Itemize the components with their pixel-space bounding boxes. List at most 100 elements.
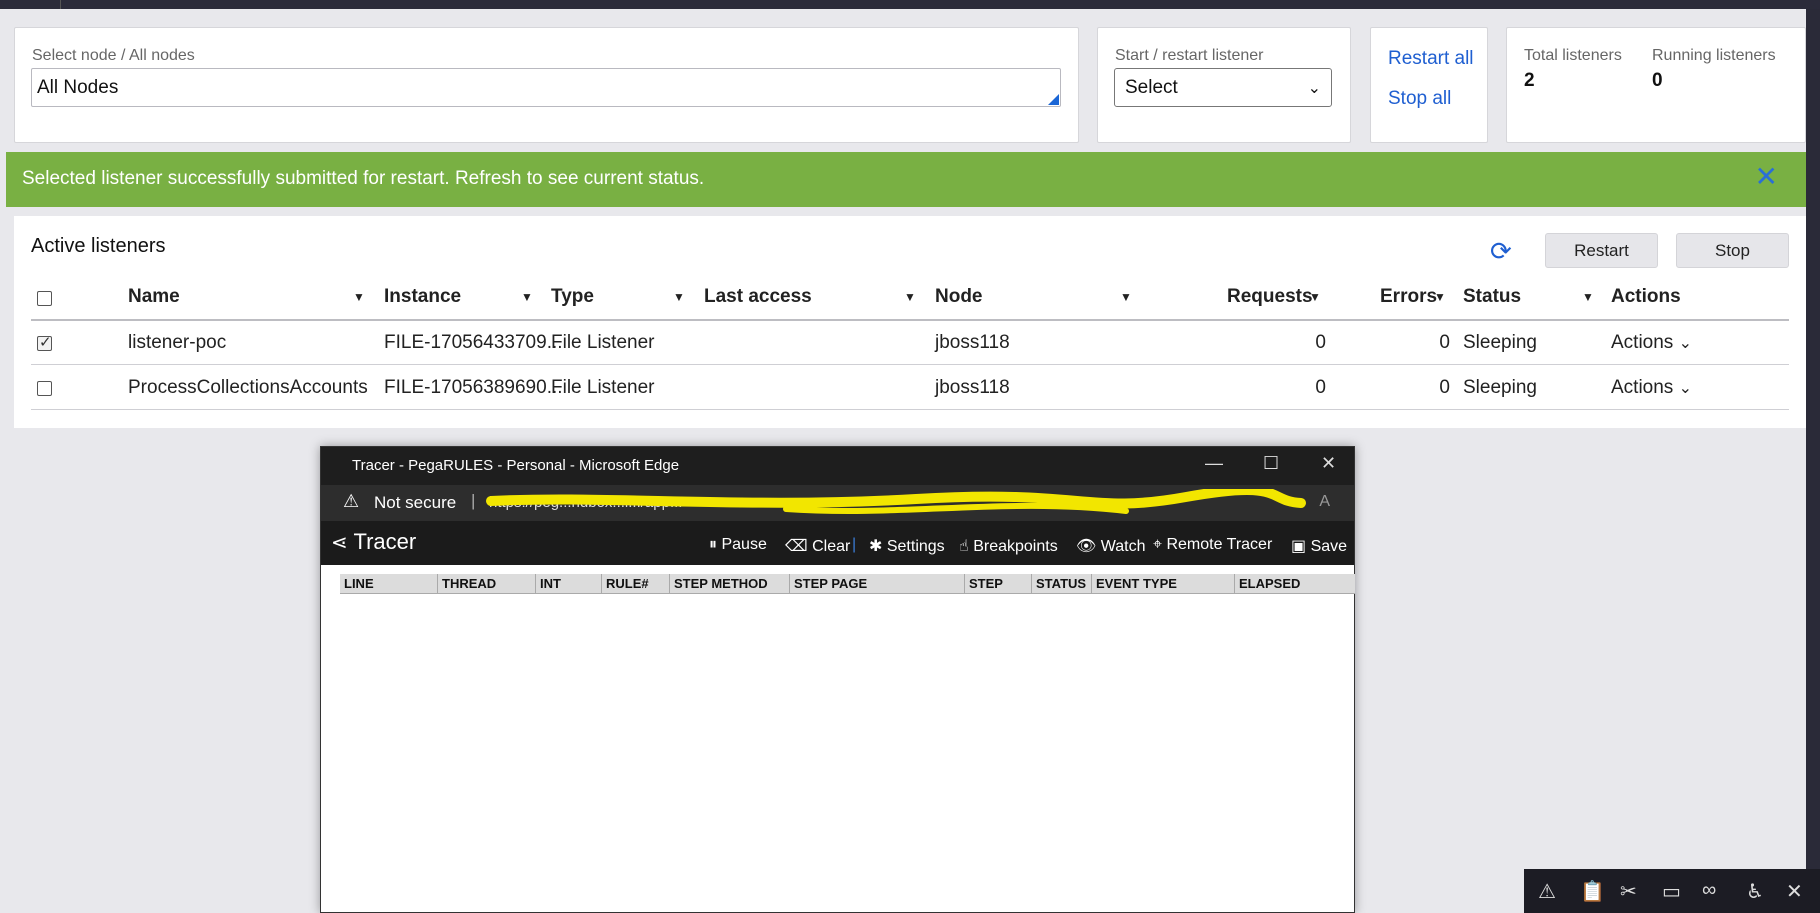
listener-requests: 0 [1315, 377, 1326, 398]
remote-tracer-label: Remote Tracer [1166, 536, 1273, 553]
clear-button[interactable]: ⌫ Clear [785, 536, 850, 556]
maximize-icon[interactable]: ☐ [1263, 453, 1279, 474]
close-icon[interactable]: ✕ [1755, 163, 1778, 191]
remote-tracer-button[interactable]: ⌖ Remote Tracer [1153, 536, 1272, 554]
listener-select-label: Start / restart listener [1115, 47, 1264, 64]
column-header-name[interactable]: Name [128, 286, 180, 308]
column-header-status[interactable]: Status [1463, 286, 1521, 308]
refresh-icon[interactable]: ⟳ [1490, 238, 1512, 264]
listener-select-card: Start / restart listener Select ⌄ [1097, 27, 1351, 143]
not-secure-label[interactable]: Not secure [374, 493, 456, 513]
filter-icon[interactable]: ▼ [353, 290, 365, 304]
actions-menu[interactable]: Actions ⌄ [1611, 332, 1692, 354]
column-header-requests[interactable]: Requests [1227, 286, 1313, 308]
listener-select-dropdown[interactable]: Select ⌄ [1114, 68, 1332, 107]
breakpoints-label: Breakpoints [973, 538, 1058, 555]
actions-menu[interactable]: Actions ⌄ [1611, 377, 1692, 399]
grid-column-int[interactable]: INT [536, 574, 602, 594]
tracer-title-bar: Tracer - PegaRULES - Personal - Microsof… [321, 447, 1354, 485]
save-label: Save [1310, 538, 1348, 555]
tracer-brand-label: Tracer [353, 529, 417, 554]
listener-name-link[interactable]: ProcessCollectionsAccounts [128, 377, 368, 399]
grid-column-status[interactable]: STATUS [1032, 574, 1092, 594]
filter-icon[interactable]: ▼ [904, 290, 916, 304]
row-divider [31, 364, 1789, 365]
top-bar-divider [60, 0, 61, 9]
listener-name-link[interactable]: listener-poc [128, 332, 226, 354]
right-edge-strip [1806, 9, 1820, 913]
watch-button[interactable]: 👁 Watch [1076, 536, 1146, 556]
accessibility-icon[interactable]: ♿ [1746, 879, 1764, 904]
listener-select-value: Select [1125, 77, 1178, 98]
chevron-down-icon: ⌄ [1678, 335, 1692, 352]
stop-button[interactable]: Stop [1676, 233, 1789, 268]
grid-column-line[interactable]: LINE [340, 574, 438, 594]
select-all-checkbox[interactable] [37, 291, 52, 306]
tracer-window: Tracer - PegaRULES - Personal - Microsof… [320, 446, 1355, 913]
toolbar-separator: | [852, 536, 857, 553]
grid-column-rule-number[interactable]: RULE# [602, 574, 670, 594]
column-header-actions: Actions [1611, 286, 1681, 307]
breakpoints-button[interactable]: ☝ Breakpoints [959, 536, 1058, 556]
row-checkbox[interactable] [37, 333, 52, 351]
save-button[interactable]: ▣ Save [1291, 536, 1347, 556]
column-header-type[interactable]: Type [551, 286, 594, 308]
node-select-input[interactable]: All Nodes [31, 68, 1061, 107]
close-icon[interactable]: ✕ [1321, 453, 1336, 474]
row-divider [31, 409, 1789, 410]
gear-icon: ✱ [869, 538, 883, 555]
stop-all-link[interactable]: Stop all [1388, 88, 1451, 110]
tracer-toolbar: ⋖ Tracer ⏸ Pause ⌫ Clear | ✱ Settings ☝ … [321, 521, 1354, 565]
listener-node: jboss118 [935, 377, 1010, 398]
redaction-scribble [486, 489, 1306, 514]
filter-icon[interactable]: ▼ [1582, 290, 1594, 304]
filter-icon[interactable]: ▼ [1434, 290, 1446, 304]
row-checkbox[interactable] [37, 381, 52, 396]
listener-status: Sleeping [1463, 332, 1537, 353]
summary-card: Total listeners 2 Running listeners 0 [1506, 27, 1806, 143]
save-icon: ▣ [1291, 538, 1307, 555]
close-icon[interactable]: ✕ [1786, 879, 1803, 904]
chevron-down-icon: ⌄ [1678, 380, 1692, 397]
grid-column-elapsed[interactable]: ELAPSED [1235, 574, 1355, 594]
grid-column-event-type[interactable]: EVENT TYPE [1092, 574, 1235, 594]
eye-icon: 👁 [1076, 538, 1097, 555]
running-listeners-label: Running listeners [1652, 47, 1776, 64]
node-select-value: All Nodes [37, 77, 119, 98]
pause-button[interactable]: ⏸ Pause [709, 536, 767, 554]
column-header-last-access[interactable]: Last access [704, 286, 812, 308]
grid-column-thread[interactable]: THREAD [438, 574, 536, 594]
filter-icon[interactable]: ▼ [673, 290, 685, 304]
actions-label: Actions [1611, 377, 1674, 398]
clipboard-icon[interactable]: 📋 [1580, 879, 1605, 904]
listener-errors: 0 [1439, 377, 1450, 398]
restart-button[interactable]: Restart [1545, 233, 1658, 268]
settings-button[interactable]: ✱ Settings [869, 536, 945, 556]
restart-all-link[interactable]: Restart all [1388, 48, 1474, 70]
listener-instance: FILE-17056433709... [384, 332, 563, 353]
column-header-errors[interactable]: Errors [1380, 286, 1437, 308]
listener-type: File Listener [551, 332, 655, 353]
read-aloud-icon[interactable]: A [1319, 493, 1330, 511]
resize-corner-icon [1048, 94, 1059, 105]
listener-status: Sleeping [1463, 377, 1537, 398]
node-filter-label: Select node / All nodes [32, 47, 195, 64]
filter-icon[interactable]: ▼ [521, 290, 533, 304]
running-listeners-value: 0 [1652, 70, 1663, 91]
accessibility-dock: ⚠ 📋 ✂ ▭ ∞ ♿ ✕ [1524, 869, 1820, 913]
column-header-instance[interactable]: Instance [384, 286, 461, 308]
minimize-icon[interactable]: — [1205, 453, 1223, 474]
grid-column-step-method[interactable]: STEP METHOD [670, 574, 790, 594]
glasses-icon[interactable]: ∞ [1702, 879, 1716, 902]
grid-column-step-page[interactable]: STEP PAGE [790, 574, 965, 594]
column-header-node[interactable]: Node [935, 286, 983, 308]
filter-icon[interactable]: ▼ [1120, 290, 1132, 304]
bulk-actions-card: Restart all Stop all [1370, 27, 1488, 143]
filter-icon[interactable]: ▼ [1309, 290, 1321, 304]
scissors-icon[interactable]: ✂ [1620, 879, 1637, 904]
grid-column-step[interactable]: STEP [965, 574, 1032, 594]
warning-icon: ⚠ [343, 491, 360, 511]
warning-icon[interactable]: ⚠ [1538, 879, 1556, 904]
cast-icon[interactable]: ▭ [1662, 879, 1681, 904]
clear-label: Clear [812, 538, 851, 555]
